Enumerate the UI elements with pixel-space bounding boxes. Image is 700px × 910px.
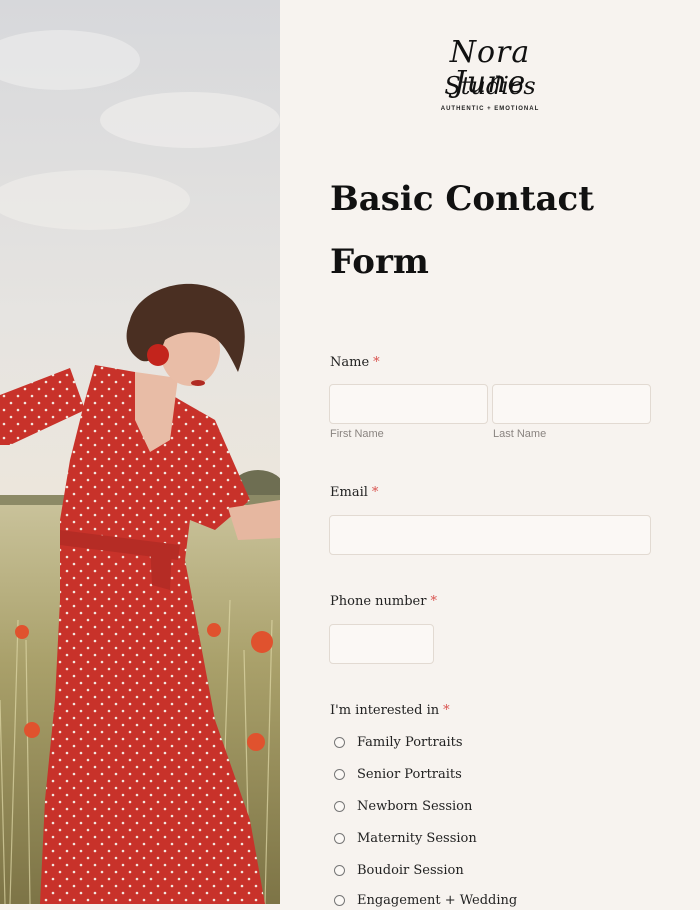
hero-photo <box>0 0 280 904</box>
radio-circle-icon[interactable] <box>334 864 345 876</box>
phone-input[interactable] <box>329 624 434 664</box>
option-label: Engagement + Wedding <box>357 892 518 908</box>
required-marker: * <box>371 485 379 500</box>
radio-circle-icon[interactable] <box>334 832 345 844</box>
last-name-sublabel: Last Name <box>493 428 547 440</box>
option-maternity-session[interactable]: Maternity Session <box>334 828 477 848</box>
option-label: Maternity Session <box>357 830 477 846</box>
email-input[interactable] <box>329 515 651 555</box>
last-name-input[interactable] <box>492 384 651 424</box>
name-label-text: Name <box>330 355 370 370</box>
studio-logo: Nora June Studios AUTHENTIC + EMOTIONAL <box>410 36 570 120</box>
option-label: Senior Portraits <box>357 766 462 782</box>
first-name-input[interactable] <box>329 384 488 424</box>
radio-circle-icon[interactable] <box>334 800 345 812</box>
radio-circle-icon[interactable] <box>334 768 345 780</box>
option-label: Family Portraits <box>357 734 463 750</box>
phone-label-text: Phone number <box>330 594 427 609</box>
form-title: Basic Contact Form <box>330 179 594 282</box>
email-label: Email * <box>330 485 378 500</box>
required-marker: * <box>430 594 437 609</box>
name-label: Name * <box>330 355 380 370</box>
option-boudoir-session[interactable]: Boudoir Session <box>334 860 464 880</box>
first-name-sublabel: First Name <box>330 428 384 440</box>
option-family-portraits[interactable]: Family Portraits <box>334 732 463 752</box>
option-senior-portraits[interactable]: Senior Portraits <box>334 764 462 784</box>
phone-label: Phone number * <box>330 594 437 609</box>
logo-tagline: AUTHENTIC + EMOTIONAL <box>440 106 540 112</box>
logo-studios: Studios <box>444 72 536 100</box>
option-engagement-wedding[interactable]: Engagement + Wedding <box>334 890 517 910</box>
interest-label: I'm interested in * <box>330 703 450 718</box>
required-marker: * <box>443 703 450 718</box>
option-label: Newborn Session <box>357 798 473 814</box>
email-label-text: Email <box>330 485 368 500</box>
radio-circle-icon[interactable] <box>334 736 345 748</box>
required-marker: * <box>373 355 380 370</box>
contact-form-panel: Nora June Studios AUTHENTIC + EMOTIONAL … <box>280 0 700 908</box>
option-label: Boudoir Session <box>357 862 464 878</box>
interest-label-text: I'm interested in <box>330 703 440 718</box>
woman-in-field-image <box>0 0 280 904</box>
option-newborn-session[interactable]: Newborn Session <box>334 796 472 816</box>
